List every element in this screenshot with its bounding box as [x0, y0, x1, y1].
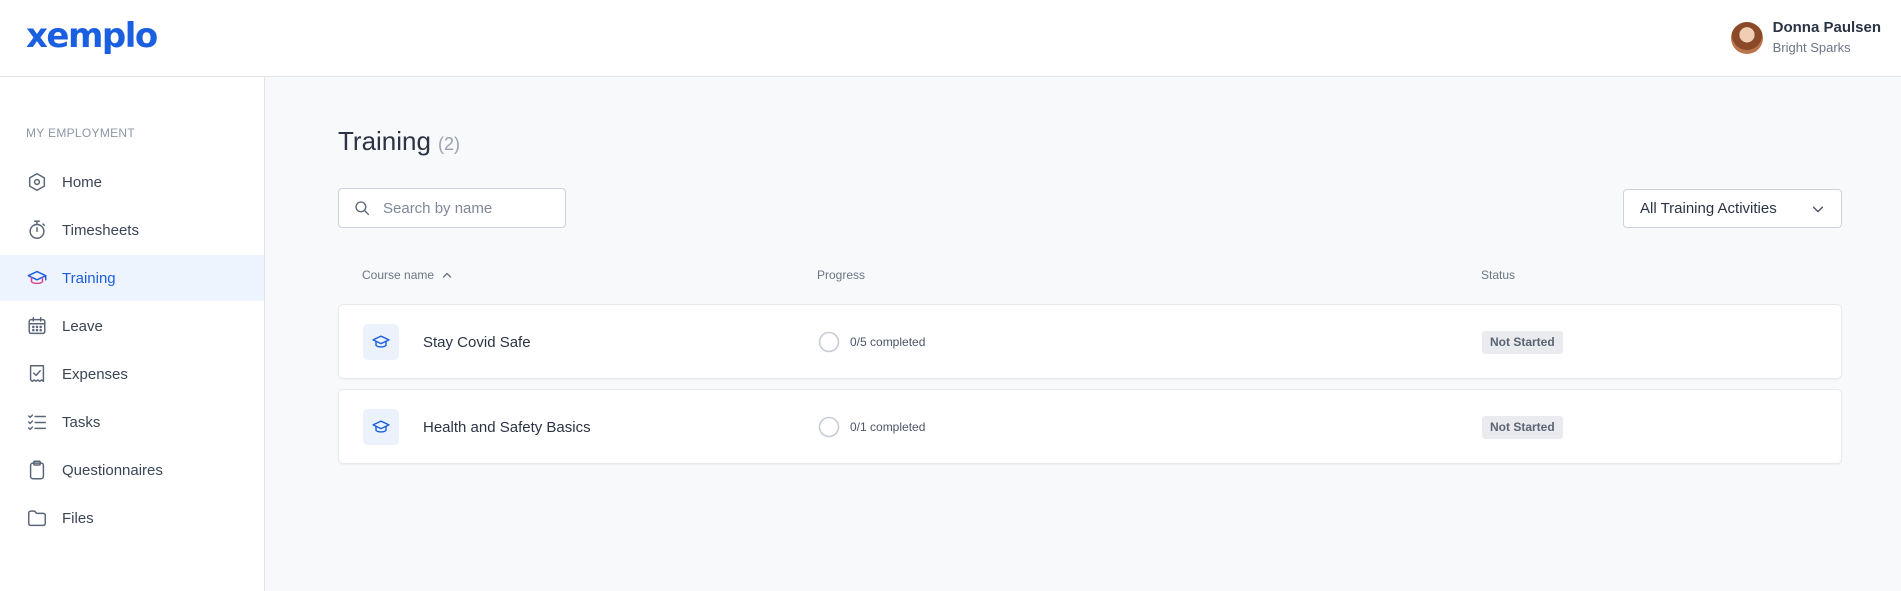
- search-box[interactable]: [338, 188, 566, 228]
- sidebar-item-label: Files: [62, 509, 94, 527]
- chevron-down-icon: [1812, 206, 1824, 212]
- sidebar-item-label: Timesheets: [62, 221, 139, 239]
- column-header-status: Status: [1481, 268, 1515, 282]
- sidebar-item-files[interactable]: Files: [0, 495, 264, 541]
- logo-text: xemplo: [26, 16, 158, 56]
- filter-selected-value: All Training Activities: [1640, 200, 1777, 217]
- page-title: Training (2): [338, 126, 460, 157]
- sidebar-item-label: Expenses: [62, 365, 128, 383]
- checklist-icon: [26, 411, 48, 433]
- progress-text: 0/5 completed: [850, 335, 926, 349]
- folder-icon: [26, 507, 48, 529]
- sidebar-nav: Home Timesheets Training Leave Expenses: [0, 159, 264, 543]
- sidebar-item-tasks[interactable]: Tasks: [0, 399, 264, 445]
- user-name: Donna Paulsen: [1772, 19, 1881, 36]
- sidebar-item-leave[interactable]: Leave: [0, 303, 264, 349]
- sidebar-item-timesheets[interactable]: Timesheets: [0, 207, 264, 253]
- column-header-label: Status: [1481, 268, 1516, 282]
- search-icon: [355, 201, 370, 216]
- table-row[interactable]: Health and Safety Basics 0/1 completed N…: [338, 389, 1842, 464]
- xemplo-logo[interactable]: xemplo: [26, 16, 158, 56]
- sidebar-item-expenses[interactable]: Expenses: [0, 351, 264, 397]
- main-content: Training (2) All Training Activities Cou…: [266, 77, 1901, 591]
- course-name[interactable]: Health and Safety Basics: [423, 419, 591, 436]
- sidebar-item-home[interactable]: Home: [0, 159, 264, 205]
- course-icon: [363, 324, 399, 360]
- progress-indicator: 0/5 completed: [818, 331, 925, 353]
- training-filter-dropdown[interactable]: All Training Activities: [1623, 189, 1842, 228]
- progress-text: 0/1 completed: [850, 420, 926, 434]
- user-org: Bright Sparks: [1772, 40, 1851, 55]
- avatar[interactable]: [1730, 22, 1763, 54]
- table-row[interactable]: Stay Covid Safe 0/5 completed Not Starte…: [338, 304, 1842, 379]
- table-header: Course name Progress Status: [338, 265, 1842, 289]
- column-header-label: Course name: [362, 268, 435, 282]
- training-count: (2): [437, 134, 460, 154]
- course-name[interactable]: Stay Covid Safe: [423, 334, 531, 351]
- status-badge: Not Started: [1482, 416, 1563, 439]
- sidebar-item-label: Questionnaires: [62, 461, 163, 479]
- clipboard-icon: [26, 459, 48, 481]
- progress-ring-icon: [818, 331, 840, 353]
- sidebar-item-label: Training: [62, 269, 116, 287]
- sidebar-item-label: Leave: [62, 317, 103, 335]
- top-bar: xemplo Donna Paulsen Bright Sparks: [0, 0, 1901, 77]
- sidebar-item-training[interactable]: Training: [0, 255, 264, 301]
- sidebar-item-questionnaires[interactable]: Questionnaires: [0, 447, 264, 493]
- stopwatch-icon: [26, 219, 48, 241]
- sidebar-item-label: Home: [62, 173, 103, 191]
- search-input[interactable]: [383, 199, 553, 217]
- user-menu[interactable]: Donna Paulsen Bright Sparks: [1730, 18, 1881, 58]
- progress-indicator: 0/1 completed: [818, 416, 925, 438]
- sidebar-section-label: MY EMPLOYMENT: [26, 126, 136, 140]
- sort-ascending-icon[interactable]: [441, 269, 453, 281]
- graduation-cap-icon: [372, 420, 390, 433]
- sidebar: MY EMPLOYMENT Home Timesheets Training L…: [0, 77, 265, 591]
- graduation-cap-icon: [372, 335, 390, 348]
- status-badge: Not Started: [1482, 331, 1563, 354]
- course-icon: [363, 409, 399, 445]
- receipt-icon: [26, 363, 48, 385]
- user-details: Donna Paulsen Bright Sparks: [1773, 19, 1881, 57]
- graduation-cap-icon: [26, 267, 48, 289]
- column-header-course-name[interactable]: Course name: [362, 268, 453, 282]
- sidebar-item-label: Tasks: [62, 413, 101, 431]
- column-header-progress: Progress: [817, 268, 865, 282]
- page-title-text: Training: [338, 126, 431, 156]
- home-icon: [26, 171, 48, 193]
- progress-ring-icon: [818, 416, 840, 438]
- calendar-icon: [26, 315, 48, 337]
- column-header-label: Progress: [817, 268, 866, 282]
